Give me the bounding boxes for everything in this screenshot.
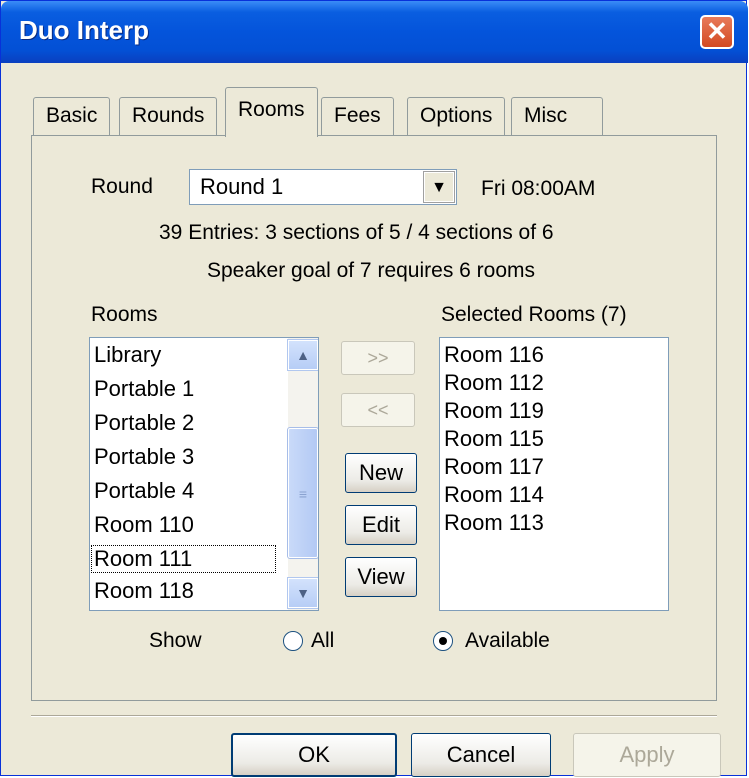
chevron-down-icon[interactable]: ▼	[423, 171, 455, 203]
tab-fees[interactable]: Fees	[321, 97, 394, 135]
dialog-window: Duo Interp ✕ Basic Rounds Rooms Fees Opt…	[0, 0, 748, 777]
scroll-thumb[interactable]: ≡	[287, 427, 318, 559]
list-item[interactable]: Portable 4	[94, 478, 194, 504]
rooms-list[interactable]: Library Portable 1 Portable 2 Portable 3…	[89, 337, 319, 611]
list-item[interactable]: Portable 3	[94, 444, 194, 470]
selected-rooms-label: Selected Rooms (7)	[441, 303, 627, 326]
scroll-down-icon[interactable]: ▼	[287, 577, 318, 609]
list-item[interactable]: Room 115	[444, 426, 544, 452]
list-item[interactable]: Room 114	[444, 482, 544, 508]
tab-misc[interactable]: Misc	[511, 97, 603, 135]
speaker-goal-info: Speaker goal of 7 requires 6 rooms	[207, 259, 536, 282]
rooms-label: Rooms	[91, 303, 158, 326]
list-item[interactable]: Room 110	[94, 512, 194, 538]
list-item[interactable]: Room 118	[94, 578, 194, 604]
radio-available-label[interactable]: Available	[465, 629, 550, 653]
list-item[interactable]: Room 119	[444, 398, 544, 424]
radio-selected-dot	[439, 637, 447, 645]
edit-room-button[interactable]: Edit	[345, 505, 417, 545]
close-button[interactable]: ✕	[700, 15, 734, 49]
list-item[interactable]: Library	[94, 342, 161, 368]
round-label: Round	[91, 175, 153, 198]
scroll-up-icon[interactable]: ▲	[287, 339, 318, 371]
add-room-button[interactable]: >>	[341, 341, 415, 375]
entries-info: 39 Entries: 3 sections of 5 / 4 sections…	[159, 221, 554, 244]
radio-all[interactable]	[283, 631, 303, 651]
list-item[interactable]: Portable 1	[94, 376, 194, 402]
rooms-scrollbar[interactable]: ▲ ≡ ▼	[287, 338, 318, 610]
round-time: Fri 08:00AM	[481, 177, 596, 200]
round-select[interactable]: Round 1 ▼	[189, 169, 457, 205]
ok-button[interactable]: OK	[231, 733, 397, 777]
list-item-focused[interactable]: Room 111	[91, 545, 276, 573]
view-room-button[interactable]: View	[345, 557, 417, 597]
close-icon: ✕	[706, 16, 728, 46]
list-item[interactable]: Portable 2	[94, 410, 194, 436]
title-bar[interactable]: Duo Interp ✕	[1, 1, 748, 63]
list-item[interactable]: Room 113	[444, 510, 544, 536]
list-item[interactable]: Room 116	[444, 342, 544, 368]
show-label: Show	[149, 629, 202, 652]
tab-rooms[interactable]: Rooms	[225, 87, 318, 137]
cancel-button[interactable]: Cancel	[411, 733, 551, 777]
remove-room-button[interactable]: <<	[341, 393, 415, 427]
new-room-button[interactable]: New	[345, 453, 417, 493]
tab-options[interactable]: Options	[407, 97, 506, 135]
divider	[31, 715, 717, 717]
tab-basic[interactable]: Basic	[33, 97, 111, 135]
round-select-value: Round 1	[200, 174, 284, 199]
window-title: Duo Interp	[19, 15, 149, 45]
tab-rounds[interactable]: Rounds	[119, 97, 218, 135]
list-item[interactable]: Room 117	[444, 454, 544, 480]
selected-rooms-list[interactable]: Room 116 Room 112 Room 119 Room 115 Room…	[439, 337, 669, 611]
radio-all-label[interactable]: All	[311, 629, 334, 653]
list-item[interactable]: Room 112	[444, 370, 544, 396]
apply-button[interactable]: Apply	[573, 733, 721, 777]
radio-available[interactable]	[433, 631, 453, 651]
